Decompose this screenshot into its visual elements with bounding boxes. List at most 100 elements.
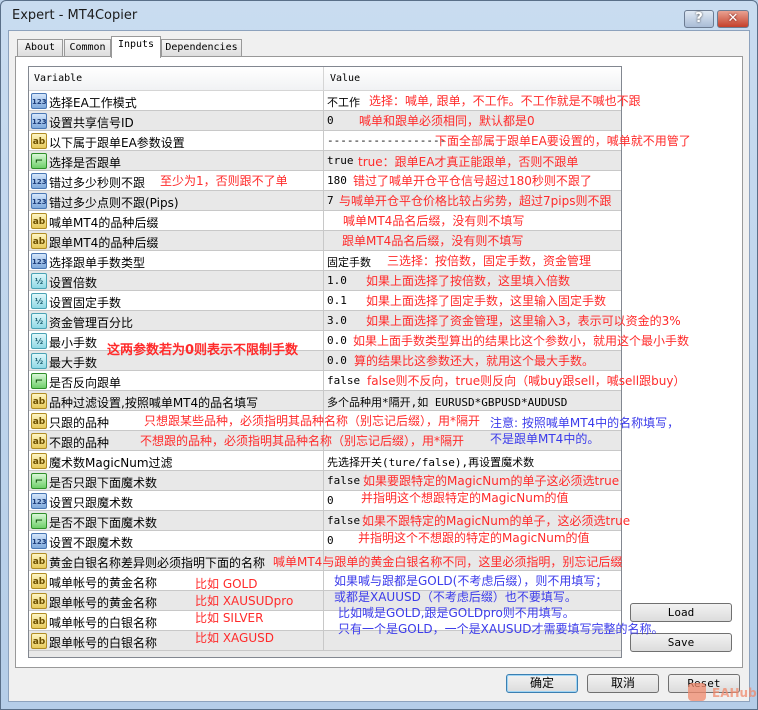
variable-value[interactable]: 180 (327, 174, 347, 187)
red-annotation: false则不反向，true则反向（喊buy跟sell，喊sell跟buy） (367, 374, 686, 388)
int-icon: 123 (31, 173, 47, 189)
cell-divider (323, 491, 324, 511)
variable-value[interactable]: 0.1 (327, 294, 347, 307)
red-annotation: 如果上面手数类型算出的结果比这个参数小，就用这个最小手数 (353, 334, 690, 348)
red-annotation: 算的结果比这参数还大，就用这个最大手数。 (354, 354, 595, 368)
double-icon: ½ (31, 273, 47, 289)
table-row[interactable]: ab 喊单MT4的品种后缀 (29, 211, 621, 231)
variable-name: 喊单MT4的品种后缀 (49, 216, 159, 230)
cell-divider (323, 131, 324, 151)
blue-annotation: 比如喊是GOLD,跟是GOLDpro则不用填写。 (338, 606, 575, 620)
variable-name: 是否只跟下面魔术数 (49, 476, 158, 490)
variable-value[interactable]: 0 (327, 534, 334, 547)
red-annotation: 喊单和跟单必须相同，默认都是0 (359, 114, 535, 128)
variable-name: 设置倍数 (49, 276, 98, 290)
variable-name: 跟单MT4的品种后缀 (49, 236, 159, 250)
variable-name: 喊单帐号的白银名称 (49, 616, 158, 630)
variable-name: 跟单帐号的黄金名称 (49, 596, 158, 610)
red-annotation: 喊单MT4品名后缀，没有则不填写 (343, 214, 525, 228)
string-icon: ab (31, 233, 47, 249)
variable-name: 不跟的品种 (49, 436, 110, 450)
variable-value[interactable]: 0.0 (327, 354, 347, 367)
variable-value[interactable]: false (327, 374, 360, 387)
int-icon: 123 (31, 193, 47, 209)
red-annotation: 并指明这个想跟特定的MagicNum的值 (361, 491, 569, 505)
variable-value[interactable]: 1.0 (327, 274, 347, 287)
tab-common[interactable]: Common (64, 39, 111, 57)
string-icon: ab (31, 553, 47, 569)
cell-divider (323, 351, 324, 371)
string-icon: ab (31, 593, 47, 609)
cell-divider (323, 631, 324, 651)
string-icon: ab (31, 573, 47, 589)
cell-divider (323, 211, 324, 231)
variable-name: 以下属于跟单EA参数设置 (49, 136, 185, 150)
header-variable[interactable]: Variable (34, 73, 82, 84)
blue-annotation: 不是跟单MT4中的。 (490, 432, 600, 446)
red-annotation: 不想跟的品种，必须指明其品种名称（别忘记后缀），用*隔开 (140, 434, 465, 448)
string-icon: ab (31, 133, 47, 149)
tab-inputs[interactable]: Inputs (111, 36, 161, 58)
variable-name: 设置共享信号ID (49, 116, 134, 130)
int-icon: 123 (31, 493, 47, 509)
string-icon: ab (31, 633, 47, 649)
cell-divider (323, 91, 324, 111)
red-annotation: 三选择：按倍数，固定手数，资金管理 (387, 254, 592, 268)
variable-value[interactable]: 0 (327, 494, 334, 507)
watermark: EAHub (712, 686, 757, 700)
double-icon: ½ (31, 313, 47, 329)
variable-value[interactable]: false (327, 514, 360, 527)
variable-name: 资金管理百分比 (49, 316, 134, 330)
cell-divider (323, 591, 324, 611)
eahub-logo-icon (688, 683, 706, 701)
cell-divider (323, 251, 324, 271)
blue-annotation: 或都是XAUUSD（不考虑后缀）也不要填写。 (334, 590, 577, 604)
variable-value[interactable]: 3.0 (327, 314, 347, 327)
cell-divider (323, 531, 324, 551)
variable-name: 最大手数 (49, 356, 98, 370)
load-button[interactable]: Load (630, 603, 732, 622)
help-button[interactable]: ? (684, 10, 714, 28)
red-annotation: 如果上面选择了按倍数，这里填入倍数 (366, 274, 571, 288)
red-annotation: 至少为1，否则跟不了单 (160, 174, 288, 188)
cell-divider (323, 451, 324, 471)
header-value[interactable]: Value (330, 73, 360, 84)
cell-divider (323, 191, 324, 211)
bool-icon: ⌐ (31, 373, 47, 389)
cell-divider (323, 511, 324, 531)
table-row[interactable]: ab 跟单MT4的品种后缀 (29, 231, 621, 251)
variable-value[interactable]: 7 (327, 194, 334, 207)
red-annotation: 比如 XAUSUDpro (195, 594, 294, 608)
string-icon: ab (31, 453, 47, 469)
table-row[interactable]: ab 魔术数MagicNum过滤 先选择开关(ture/false),再设置魔术… (29, 451, 621, 471)
variable-value[interactable]: 0 (327, 114, 334, 127)
red-annotation: 比如 SILVER (195, 611, 264, 625)
tab-dependencies[interactable]: Dependencies (161, 39, 242, 57)
red-annotation: 比如 XAGUSD (195, 631, 274, 645)
variable-value[interactable]: 多个品种用*隔开,如 EURUSD*GBPUSD*AUDUSD (327, 394, 567, 410)
variable-value[interactable]: 0.0 (327, 334, 347, 347)
red-annotation: 错过了喊单开仓平仓信号超过180秒则不跟了 (353, 174, 592, 188)
variable-value[interactable]: 先选择开关(ture/false),再设置魔术数 (327, 454, 534, 470)
red-annotation: 与喊单开仓平仓价格比较占劣势，超过7pips则不跟 (339, 194, 612, 208)
cancel-button[interactable]: 取消 (587, 674, 659, 693)
variable-value[interactable]: true (327, 154, 354, 167)
variable-value[interactable]: 不工作 (327, 94, 360, 110)
tab-about[interactable]: About (17, 39, 63, 57)
variable-name: 喊单帐号的黄金名称 (49, 576, 158, 590)
string-icon: ab (31, 393, 47, 409)
string-icon: ab (31, 433, 47, 449)
table-row[interactable]: ab 品种过滤设置,按照喊单MT4的品名填写 多个品种用*隔开,如 EURUSD… (29, 391, 621, 411)
ok-button[interactable]: 确定 (506, 674, 578, 693)
red-annotation: true：跟单EA才真正能跟单，否则不跟单 (358, 155, 579, 169)
variable-name: 选择是否跟单 (49, 156, 122, 170)
variable-value[interactable]: 固定手数 (327, 254, 371, 270)
variable-value[interactable]: ------------------ (327, 134, 446, 147)
double-icon: ½ (31, 353, 47, 369)
cell-divider (323, 571, 324, 591)
blue-annotation: 只有一个是GOLD，一个是XAUSUD才需要填写完整的名称。 (338, 622, 664, 636)
string-icon: ab (31, 613, 47, 629)
variable-value[interactable]: false (327, 474, 360, 487)
close-button[interactable]: ✕ (717, 10, 749, 28)
column-divider[interactable] (323, 67, 324, 91)
